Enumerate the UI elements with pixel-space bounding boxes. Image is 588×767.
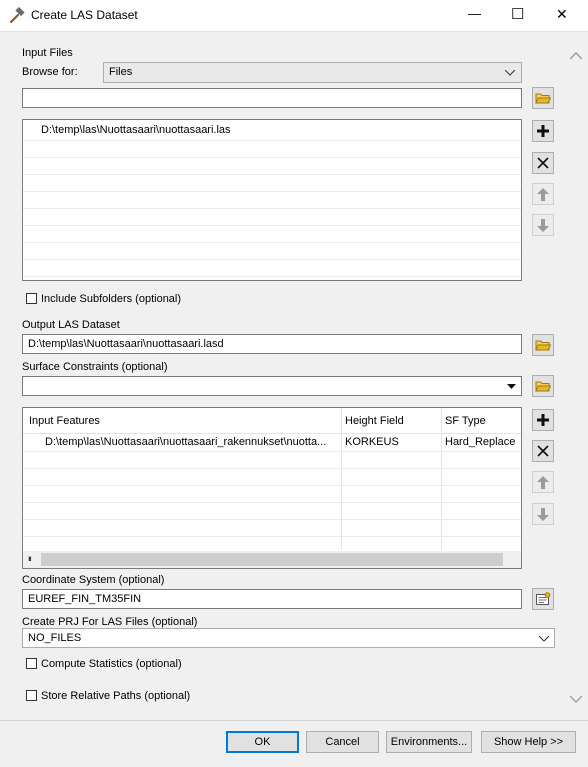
title-bar[interactable]: Create LAS Dataset — ☐ ✕ <box>0 0 588 31</box>
store-relative-paths-label: Store Relative Paths (optional) <box>41 690 191 702</box>
remove-constraint-button[interactable] <box>532 440 554 462</box>
coordinate-system-input[interactable]: EUREF_FIN_TM35FIN <box>22 589 522 609</box>
app-hammer-icon <box>8 6 26 25</box>
move-down-button[interactable] <box>532 214 554 236</box>
window-title: Create LAS Dataset <box>31 8 138 22</box>
arrow-down-icon <box>537 218 549 232</box>
arrow-down-icon <box>537 507 549 521</box>
store-relative-paths-checkbox[interactable] <box>26 690 37 701</box>
plus-icon <box>537 414 549 426</box>
add-constraint-button[interactable] <box>532 409 554 431</box>
open-folder-icon <box>535 340 551 351</box>
surface-constraints-label: Surface Constraints (optional) <box>22 361 168 373</box>
input-files-label: Input Files <box>22 47 73 59</box>
dropdown-arrow-icon <box>507 384 516 389</box>
compute-statistics-label: Compute Statistics (optional) <box>41 658 182 670</box>
coordinate-system-properties-button[interactable] <box>532 588 554 610</box>
coordinate-system-label: Coordinate System (optional) <box>22 574 165 586</box>
compute-statistics-checkbox[interactable] <box>26 658 37 669</box>
move-up-button[interactable] <box>532 183 554 205</box>
plus-icon <box>537 125 549 137</box>
scroll-up-icon[interactable] <box>570 52 582 60</box>
table-cell-height-field[interactable]: KORKEUS <box>345 436 399 448</box>
create-prj-dropdown[interactable]: NO_FILES <box>22 628 555 648</box>
open-folder-icon <box>535 381 551 392</box>
close-button[interactable]: ✕ <box>556 6 568 23</box>
output-las-dataset-input[interactable]: D:\temp\las\Nuottasaari\nuottasaari.lasd <box>22 334 522 354</box>
add-file-button[interactable] <box>532 120 554 142</box>
minimize-button[interactable]: — <box>468 6 481 21</box>
input-file-path-input[interactable] <box>22 88 522 108</box>
surface-constraints-dropdown[interactable] <box>22 376 522 396</box>
cancel-button[interactable]: Cancel <box>306 731 379 753</box>
surface-constraints-table[interactable]: Input Features Height Field SF Type D:\t… <box>22 407 522 569</box>
column-header-height-field[interactable]: Height Field <box>345 415 404 427</box>
input-files-list[interactable]: D:\temp\las\Nuottasaari\nuottasaari.las <box>22 119 522 281</box>
scroll-down-icon[interactable] <box>570 695 582 703</box>
constraint-move-down-button[interactable] <box>532 503 554 525</box>
browse-for-dropdown[interactable]: Files <box>103 62 522 83</box>
column-header-input-features[interactable]: Input Features <box>29 415 100 427</box>
constraint-move-up-button[interactable] <box>532 471 554 493</box>
browse-output-button[interactable] <box>532 334 554 356</box>
output-las-dataset-label: Output LAS Dataset <box>22 319 120 331</box>
include-subfolders-checkbox[interactable] <box>26 293 37 304</box>
maximize-button[interactable]: ☐ <box>511 5 524 23</box>
include-subfolders-label: Include Subfolders (optional) <box>41 293 182 305</box>
vertical-scrollbar[interactable] <box>566 32 586 720</box>
table-cell-input-features[interactable]: D:\temp\las\Nuottasaari\nuottasaari_rake… <box>45 436 326 448</box>
arrow-up-icon <box>537 475 549 489</box>
remove-file-button[interactable] <box>532 152 554 174</box>
create-prj-label: Create PRJ For LAS Files (optional) <box>22 616 198 628</box>
column-header-sf-type[interactable]: SF Type <box>445 415 486 427</box>
table-cell-sf-type[interactable]: Hard_Replace <box>445 436 515 448</box>
browse-for-label: Browse for: <box>22 66 78 78</box>
remove-x-icon <box>537 445 549 457</box>
browse-surface-constraints-button[interactable] <box>532 375 554 397</box>
show-help-button[interactable]: Show Help >> <box>481 731 576 753</box>
list-item[interactable]: D:\temp\las\Nuottasaari\nuottasaari.las <box>41 124 231 136</box>
browse-for-value: Files <box>109 66 133 78</box>
open-folder-icon <box>535 93 551 104</box>
ok-button[interactable]: OK <box>226 731 299 753</box>
arrow-up-icon <box>537 187 549 201</box>
properties-icon <box>536 592 551 605</box>
horizontal-scrollbar[interactable]: ‹ › <box>23 551 521 568</box>
scroll-right-icon[interactable]: › <box>28 553 516 565</box>
chevron-down-icon <box>539 636 549 642</box>
chevron-down-icon <box>505 70 515 76</box>
environments-button[interactable]: Environments... <box>386 731 472 753</box>
footer-divider <box>0 720 588 721</box>
browse-input-files-button[interactable] <box>532 87 554 109</box>
remove-x-icon <box>537 157 549 169</box>
